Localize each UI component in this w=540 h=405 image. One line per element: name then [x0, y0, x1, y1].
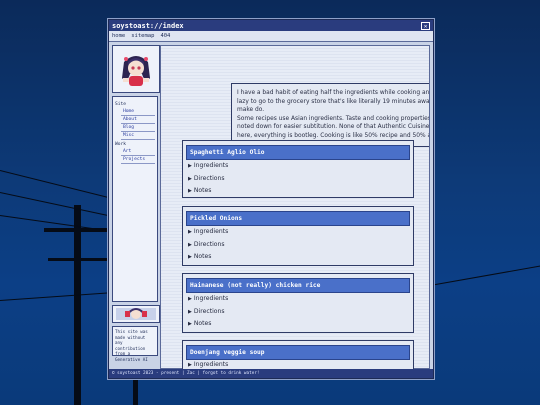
detail-label: Directions — [193, 240, 225, 248]
disclosure-triangle-icon: ▶ — [188, 308, 192, 315]
recipe-notes-toggle[interactable]: ▶ Notes — [186, 185, 410, 198]
recipe-ingredients-toggle[interactable]: ▶ Ingredients — [186, 293, 410, 306]
recipe-card: Hainanese (not really) chicken rice ▶ Ing… — [182, 273, 414, 333]
recipe-notes-toggle[interactable]: ▶ Notes — [186, 318, 410, 331]
recipe-directions-toggle[interactable]: ▶ Directions — [186, 239, 410, 252]
browser-window: soystoast://index ✕ home sitemap 404 Sit… — [108, 19, 434, 379]
disclosure-triangle-icon: ▶ — [188, 362, 192, 368]
recipe-directions-toggle[interactable]: ▶ Directions — [186, 306, 410, 319]
top-nav: home sitemap 404 — [109, 31, 433, 42]
recipe-card: Spaghetti Aglio Olio ▶ Ingredients ▶ Direc… — [182, 140, 414, 198]
detail-label: Ingredients — [193, 162, 229, 169]
nav-404-link[interactable]: 404 — [160, 33, 170, 39]
disclosure-triangle-icon: ▶ — [188, 321, 192, 328]
detail-label: Ingredients — [193, 361, 229, 368]
recipe-directions-toggle[interactable]: ▶ Directions — [186, 173, 410, 186]
nav-group-site: Site — [115, 102, 127, 107]
no-ai-note: This site was made without any contribut… — [112, 326, 158, 362]
sidebar-item-home[interactable]: Home — [121, 108, 155, 116]
nav-sitemap-link[interactable]: sitemap — [131, 33, 154, 39]
disclosure-triangle-icon: ▶ — [188, 241, 192, 248]
power-line — [0, 291, 120, 301]
recipe-ingredients-toggle[interactable]: ▶ Ingredients — [186, 160, 410, 173]
detail-label: Notes — [193, 253, 212, 261]
close-button[interactable]: ✕ — [421, 21, 430, 30]
site-button-icon — [116, 308, 156, 320]
recipe-title: Doenjang veggie soup — [186, 345, 410, 360]
sidebar: Site Home About Blog Misc Work Art Proje… — [109, 42, 160, 369]
disclosure-triangle-icon: ▶ — [188, 296, 192, 302]
detail-label: Directions — [193, 307, 225, 315]
recipe-ingredients-toggle[interactable]: ▶ Ingredients — [186, 226, 410, 239]
recipe-notes-toggle[interactable]: ▶ Notes — [186, 251, 410, 264]
detail-label: Ingredients — [193, 295, 229, 302]
intro-panel: I have a bad habit of eating half the in… — [231, 83, 430, 148]
utility-pole-right — [133, 378, 138, 405]
detail-label: Notes — [193, 320, 212, 328]
detail-label: Notes — [193, 187, 212, 195]
detail-label: Directions — [193, 174, 225, 182]
window-title: soystoast://index — [112, 21, 184, 30]
recipe-card: Doenjang veggie soup ▶ Ingredients — [182, 340, 414, 369]
disclosure-triangle-icon: ▶ — [188, 175, 192, 182]
nav-home-link[interactable]: home — [112, 33, 125, 39]
sidebar-item-art[interactable]: Art — [121, 148, 155, 156]
recipe-ingredients-toggle[interactable]: ▶ Ingredients — [186, 360, 410, 369]
recipe-title: Spaghetti Aglio Olio — [186, 145, 410, 160]
sidebar-item-misc[interactable]: Misc — [121, 132, 155, 140]
sidebar-item-projects[interactable]: Projects — [121, 156, 155, 164]
disclosure-triangle-icon: ▶ — [188, 188, 192, 195]
power-line — [429, 264, 540, 286]
disclosure-triangle-icon: ▶ — [188, 254, 192, 261]
site-navigation: Site Home About Blog Misc Work Art Proje… — [112, 96, 158, 302]
disclosure-triangle-icon: ▶ — [188, 229, 192, 235]
nav-group-work: Work — [115, 142, 127, 147]
site-button-badge[interactable] — [112, 305, 160, 323]
utility-pole-left — [74, 205, 81, 405]
sidebar-item-about[interactable]: About — [121, 116, 155, 124]
disclosure-triangle-icon: ▶ — [188, 163, 192, 169]
detail-label: Ingredients — [193, 228, 229, 235]
sidebar-item-blog[interactable]: Blog — [121, 124, 155, 132]
recipe-title: Hainanese (not really) chicken rice — [186, 278, 410, 293]
window-titlebar: soystoast://index ✕ — [109, 20, 433, 31]
intro-paragraph-1: I have a bad habit of eating half the in… — [237, 90, 430, 114]
recipe-title: Pickled Onions — [186, 211, 410, 226]
avatar-character-icon — [115, 48, 157, 90]
footer: © soystoast 2023 - present | Zac | forgo… — [109, 369, 433, 378]
utility-pole-crossarm — [48, 258, 108, 261]
avatar — [112, 45, 160, 93]
recipe-card: Pickled Onions ▶ Ingredients ▶ Directions … — [182, 206, 414, 266]
